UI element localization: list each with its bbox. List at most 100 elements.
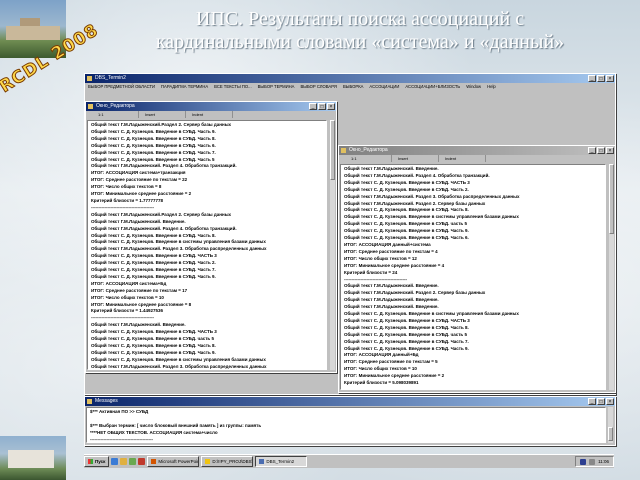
taskbar-item-label: Microsoft PowerPoint - [...] — [158, 459, 200, 464]
right-cursor-pos: 1:1 — [345, 155, 392, 162]
right-scrollbar[interactable] — [608, 164, 614, 390]
right-editor-titlebar: Окно_Редактора _ □ × — [339, 146, 615, 155]
text-line: $*** Активная ПО >> СУБД — [90, 409, 149, 414]
text-line: ИТОГ: Число общих текстов = 10 — [344, 366, 417, 372]
messages-scroll-thumb[interactable] — [608, 427, 613, 441]
text-line: ИТОГ: Число общих текстов = 12 — [344, 255, 417, 261]
text-line: ****НЕТ ОБЩИХ ТЕКСТОВ. АССОЦИАЦИЯ систем… — [90, 429, 218, 435]
left-close-button[interactable]: × — [327, 103, 335, 110]
left-maximize-button[interactable]: □ — [318, 103, 326, 110]
quicklaunch-app-icon[interactable] — [138, 458, 146, 465]
windows-logo-icon — [88, 459, 93, 464]
right-editor-title: Окно_Редактора — [349, 147, 388, 153]
right-scroll-thumb[interactable] — [609, 164, 614, 234]
right-editor-statusbar: 1:1 Insert Indent — [339, 155, 615, 162]
clock: 11:06 — [598, 459, 609, 464]
menu-item[interactable]: АССОЦИАЦИИ+БЛИЗОСТЬ — [405, 83, 460, 91]
campus-photo-bottom — [0, 436, 66, 480]
taskbar-item-powerpoint[interactable]: Microsoft PowerPoint - [...] — [147, 456, 200, 467]
left-editor-titlebar: Окно_Редактора _ □ × — [86, 102, 336, 111]
editor-icon — [88, 104, 93, 109]
minimize-button[interactable]: _ — [588, 75, 596, 82]
left-editor-title: Окно_Редактора — [96, 103, 135, 109]
text-line: Общий текст С. Д. Кузнецов. Введение в С… — [344, 317, 470, 323]
text-line: Общий текст Г.М.Ладыженский. Раздел 3. О… — [91, 363, 267, 369]
slide-title: ИПС. Результаты поиска ассоциаций с кард… — [90, 8, 630, 54]
text-line: Общий текст Г.М.Ладыженский. Введение. — [91, 218, 186, 224]
main-titlebar: DBS_Termin2 _ □ × — [85, 74, 615, 83]
text-line: Общий текст Г.М.Ладыженский. Раздел 3. О… — [344, 193, 520, 199]
text-line: ИТОГ: Среднее расстояние по текстам = 4 — [344, 248, 438, 254]
slide-title-line-1: ИПС. Результаты поиска ассоциаций с — [195, 8, 525, 30]
left-scroll-thumb[interactable] — [330, 120, 335, 180]
left-editor-window: Окно_Редактора _ □ × 1:1 Insert Indent О… — [85, 101, 337, 373]
taskbar-item-folder[interactable]: D:\!!PY_PROJ\DBS\info\pb!... — [201, 456, 254, 467]
app-icon — [87, 76, 92, 81]
menu-item[interactable]: ВЫБОР ПРЕДМЕТНОЙ ОБЛАСТИ — [88, 83, 155, 91]
system-tray: 11:06 — [575, 456, 614, 467]
quicklaunch-mail-icon[interactable] — [120, 458, 128, 465]
taskbar-item-dbs-termin[interactable]: DBS_Termin2 — [255, 456, 308, 467]
text-line: Общий текст С. Д. Кузнецов. Введение в С… — [91, 267, 216, 273]
left-editor-text-area[interactable]: Общий текст Г.М.Ладыженский.Раздел 2. Се… — [87, 120, 327, 370]
text-line: Общий текст С. Д. Кузнецов. Введение в С… — [344, 324, 469, 330]
app-icon — [259, 459, 265, 464]
text-line: ИТОГ: Минимальное среднее расстояние = 2 — [91, 191, 192, 197]
quicklaunch-desktop-icon[interactable] — [129, 458, 137, 465]
right-close-button[interactable]: × — [606, 147, 614, 154]
text-line: ИТОГ: Число общих текстов = 8 — [91, 184, 162, 190]
messages-title: Messages — [95, 398, 118, 404]
volume-icon[interactable] — [589, 458, 596, 465]
maximize-button[interactable]: □ — [597, 75, 605, 82]
text-line: Общий текст С. Д. Кузнецов. Введение в С… — [91, 142, 216, 148]
taskbar-item-label: D:\!!PY_PROJ\DBS\info\pb!... — [212, 459, 253, 464]
messages-minimize-button[interactable]: _ — [588, 398, 596, 405]
text-line: Общий текст Г.М.Ладыженский. Раздел 4. О… — [91, 163, 237, 169]
text-line: Общий текст Г.М.Ладыженский. Раздел 4. О… — [344, 172, 490, 178]
text-line: Общий текст С. Д. Кузнецов. Введение в С… — [91, 336, 214, 342]
text-line: ----------------------------------------… — [90, 436, 153, 442]
text-line: ИТОГ: АССОЦИАЦИЯ данный+система — [344, 241, 431, 247]
messages-icon — [87, 399, 92, 404]
text-line: Критерий близости = 5.098039891 — [344, 380, 419, 386]
taskbar-item-label: DBS_Termin2 — [266, 459, 295, 464]
text-line: $*** Выбран термин: [ число блоковый вне… — [90, 422, 262, 428]
text-line: Общий текст С. Д. Кузнецов. Введение в С… — [344, 235, 469, 241]
text-line: Общий текст С. Д. Кузнецов. Введение в С… — [91, 260, 216, 266]
main-menubar: ВЫБОР ПРЕДМЕТНОЙ ОБЛАСТИ ПАРАДИГМА ТЕРМИН… — [85, 83, 615, 91]
messages-scrollbar[interactable] — [607, 407, 613, 443]
text-line: Общий текст С. Д. Кузнецов. Введение в С… — [344, 338, 469, 344]
menu-item[interactable]: ВСЕ ТЕКСТЫ ПО... — [214, 83, 251, 91]
messages-titlebar: Messages _ □ × — [85, 397, 615, 406]
menu-item[interactable]: АССОЦИАЦИИ — [369, 83, 399, 91]
left-scrollbar[interactable] — [329, 120, 335, 370]
menu-item[interactable]: ВЫБОР ТЕРМИНА — [258, 83, 295, 91]
text-line: ИТОГ: АССОЦИАЦИЯ система+транзакция — [91, 170, 186, 176]
text-line: Общий текст Г.М.Ладыженский. Введение. — [344, 304, 439, 310]
text-line: Критерий близости = 1.77777778 — [91, 197, 163, 203]
messages-text-area[interactable]: $*** Активная ПО >> СУБД $*** Выбран терм… — [86, 407, 606, 443]
menu-item[interactable]: Help — [487, 83, 496, 91]
menu-item[interactable]: ВЫБОРКА — [343, 83, 363, 91]
start-button[interactable]: Пуск — [84, 456, 110, 467]
text-line: Критерий близости = 24 — [344, 269, 398, 275]
messages-maximize-button[interactable]: □ — [597, 398, 605, 405]
menu-item[interactable]: Window — [466, 83, 481, 91]
right-indent-mode: Indent — [439, 155, 486, 162]
menu-item[interactable]: ПАРАДИГМА ТЕРМИНА — [161, 83, 208, 91]
text-line: ИТОГ: АССОЦИАЦИЯ данный+Бд — [344, 352, 419, 358]
messages-close-button[interactable]: × — [606, 398, 614, 405]
text-line: Общий текст Г.М.Ладыженский.Раздел 2. Се… — [91, 211, 232, 217]
text-line: ИТОГ: Число общих текстов = 10 — [91, 294, 164, 300]
close-button[interactable]: × — [606, 75, 614, 82]
left-minimize-button[interactable]: _ — [309, 103, 317, 110]
right-minimize-button[interactable]: _ — [588, 147, 596, 154]
right-insert-mode: Insert — [392, 155, 439, 162]
quicklaunch-browser-icon[interactable] — [111, 458, 119, 465]
text-line: ----------------------------------------… — [91, 204, 154, 210]
menu-item[interactable]: ВЫБОР СЛОВАРЯ — [300, 83, 336, 91]
right-editor-text-area[interactable]: Общий текст Г.М.Ладыженский. Введение. Об… — [340, 164, 606, 390]
left-editor-statusbar: 1:1 Insert Indent — [86, 111, 336, 118]
right-maximize-button[interactable]: □ — [597, 147, 605, 154]
keyboard-layout-icon[interactable] — [580, 458, 587, 465]
